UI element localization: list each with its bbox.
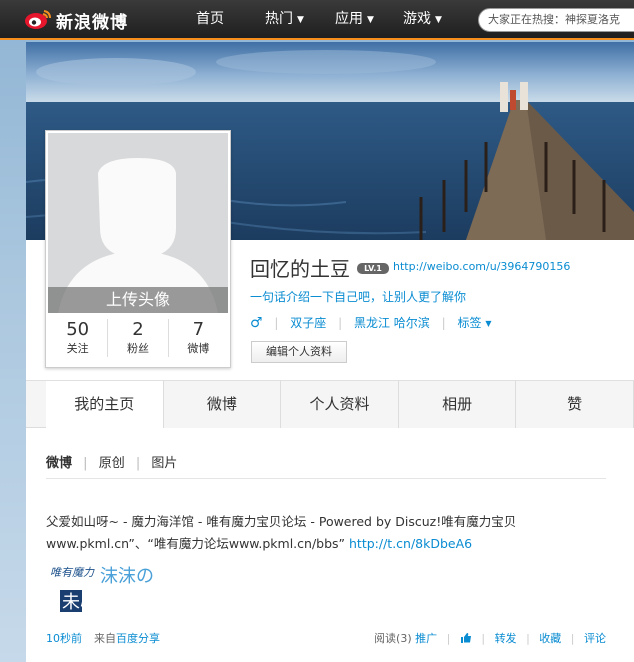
divider: | <box>446 632 451 645</box>
divider: | <box>481 632 486 645</box>
filter-all[interactable]: 微博 <box>46 456 72 471</box>
thumbnail-caption-3: 未心末意 <box>62 592 134 613</box>
default-avatar-icon <box>58 158 218 313</box>
level-badge[interactable]: LV.1 <box>357 263 389 274</box>
profile-name: 回忆的土豆 <box>250 257 350 281</box>
post-footer: 10秒前 来自百度分享 阅读(3) 推广 | | 转发 | 收藏 | 评论 <box>46 630 606 650</box>
stat-posts[interactable]: 7 微博 <box>169 319 228 357</box>
like-thumb-icon[interactable] <box>460 632 472 647</box>
stat-followers-label: 粉丝 <box>126 342 149 355</box>
favorite-link[interactable]: 收藏 <box>539 632 561 645</box>
top-nav-bar: 新浪微博 首页 热门 ▼ 应用 ▼ 游戏 ▼ 大家正在热搜：神探夏洛克 <box>0 0 634 40</box>
profile-url-link[interactable]: http://weibo.com/u/3964790156 <box>393 260 570 273</box>
nav-apps[interactable]: 应用 ▼ <box>335 0 374 40</box>
weibo-eye-icon <box>25 10 51 29</box>
nav-hot-label: 热门 <box>265 11 293 27</box>
stat-followers-count: 2 <box>132 319 144 340</box>
stat-following-label: 关注 <box>66 342 89 355</box>
caret-down-icon: ▼ <box>367 15 374 25</box>
stat-following[interactable]: 50 关注 <box>48 319 109 357</box>
male-gender-icon: ♂ <box>250 315 263 331</box>
caret-down-icon: ▼ <box>485 319 492 328</box>
tags-label: 标签 <box>457 316 482 330</box>
feed-filter-row: 微博 | 原创 | 图片 <box>46 452 177 471</box>
upload-avatar-button[interactable]: 上传头像 <box>48 287 228 313</box>
avatar[interactable]: 上传头像 <box>48 133 228 313</box>
caret-down-icon: ▼ <box>435 15 442 25</box>
read-count: 阅读(3) <box>374 632 412 645</box>
post-actions: 阅读(3) 推广 | | 转发 | 收藏 | 评论 <box>374 630 606 647</box>
tab-weibo[interactable]: 微博 <box>163 381 282 429</box>
filter-images[interactable]: 图片 <box>151 456 177 471</box>
nav-hot[interactable]: 热门 ▼ <box>265 0 304 40</box>
source-prefix: 来自 <box>94 632 116 645</box>
comment-link[interactable]: 评论 <box>584 632 606 645</box>
source-link[interactable]: 百度分享 <box>116 632 160 645</box>
tags-dropdown[interactable]: 标签 ▼ <box>458 316 492 330</box>
tab-my-home[interactable]: 我的主页 <box>46 381 164 429</box>
tab-album[interactable]: 相册 <box>398 381 517 429</box>
edit-profile-button[interactable]: 编辑个人资料 <box>251 341 347 363</box>
profile-tabs: 我的主页 微博 个人资料 相册 赞 <box>46 380 634 429</box>
tab-likes[interactable]: 赞 <box>516 381 634 429</box>
tab-profile-info[interactable]: 个人资料 <box>281 381 399 429</box>
divider <box>46 478 606 479</box>
post-text: 父爱如山呀~ - 魔力海洋馆 - 唯有魔力宝贝论坛 - Powered by D… <box>46 511 606 555</box>
divider: | <box>274 316 279 330</box>
stat-posts-count: 7 <box>192 319 205 340</box>
avatar-card: 上传头像 50 关注 2 粉丝 7 微博 <box>45 130 231 368</box>
post-thumbnail: 唯有魔力 沫沫の 未心末意 <box>50 566 154 613</box>
location-link[interactable]: 黑龙江 哈尔滨 <box>354 316 430 330</box>
nav-games-label: 游戏 <box>403 11 431 27</box>
divider: | <box>570 632 575 645</box>
zodiac-link[interactable]: 双子座 <box>290 316 326 330</box>
thumbnail-caption-1: 唯有魔力 <box>50 566 95 579</box>
profile-stats: 50 关注 2 粉丝 7 微博 <box>48 319 228 357</box>
nav-home[interactable]: 首页 <box>196 0 224 40</box>
thumbnail-caption-2: 沫沫の <box>100 566 154 587</box>
stat-following-count: 50 <box>66 319 90 340</box>
divider: | <box>441 316 446 330</box>
post-time-link[interactable]: 10秒前 <box>46 630 82 646</box>
nav-home-label: 首页 <box>196 11 224 27</box>
tabs-left-spacer <box>26 380 46 428</box>
logo-text: 新浪微博 <box>56 13 128 33</box>
post-short-link[interactable]: http://t.cn/8kDbeA6 <box>349 536 472 551</box>
filter-original[interactable]: 原创 <box>99 456 125 471</box>
caret-down-icon: ▼ <box>297 15 304 25</box>
stat-followers[interactable]: 2 粉丝 <box>108 319 169 357</box>
post-image[interactable]: 唯有魔力 沫沫の 未心末意 <box>46 560 167 618</box>
profile-meta-row: ♂ | 双子座 | 黑龙江 哈尔滨 | 标签 ▼ <box>250 314 492 331</box>
promote-link[interactable]: 推广 <box>415 632 437 645</box>
search-input[interactable]: 大家正在热搜：神探夏洛克 <box>478 8 634 32</box>
repost-link[interactable]: 转发 <box>495 632 517 645</box>
divider: | <box>338 316 343 330</box>
post-source: 来自百度分享 <box>94 630 160 646</box>
weibo-logo[interactable]: 新浪微博 <box>24 6 134 33</box>
nav-games[interactable]: 游戏 ▼ <box>403 0 442 40</box>
bio-prompt-link[interactable]: 一句话介绍一下自己吧，让别人更了解你 <box>250 288 466 305</box>
divider: | <box>526 632 530 645</box>
stat-posts-label: 微博 <box>187 342 210 355</box>
divider: | <box>83 456 88 471</box>
nav-apps-label: 应用 <box>335 11 363 27</box>
divider: | <box>135 456 141 471</box>
